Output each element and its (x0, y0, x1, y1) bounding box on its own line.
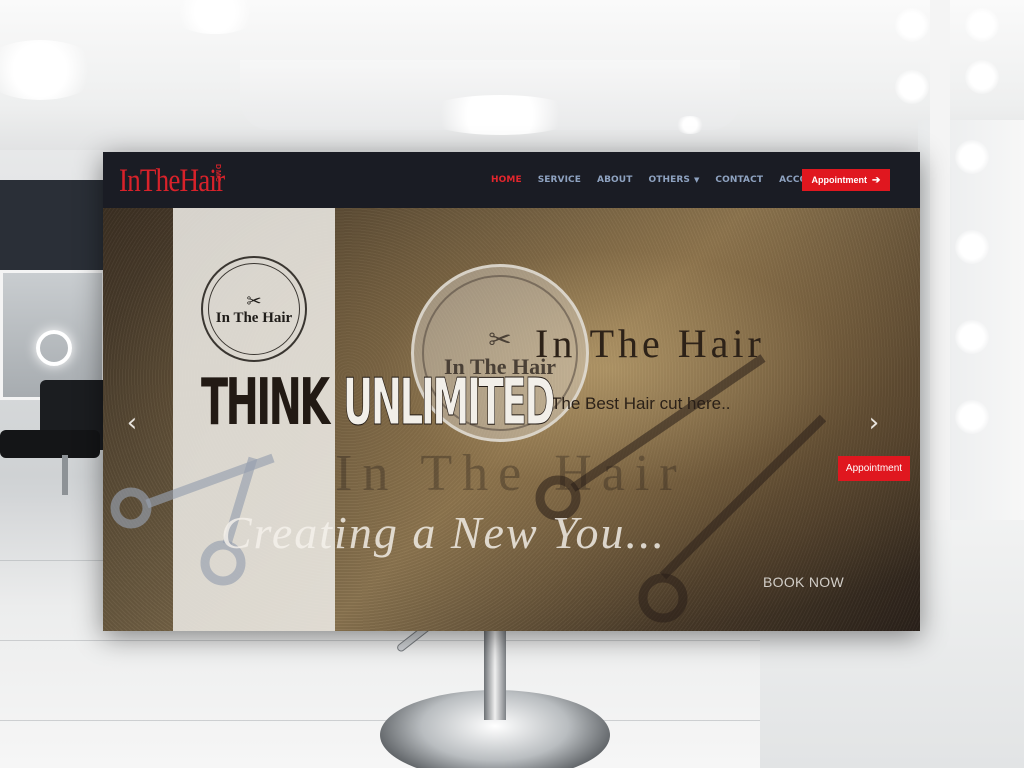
navbar: InTheHair DMC HOME SERVICE ABOUT OTHERS … (103, 152, 920, 208)
nav-service[interactable]: SERVICE (538, 175, 581, 185)
nav-contact[interactable]: CONTACT (715, 175, 763, 185)
nav-contact-label: CONTACT (715, 175, 764, 185)
chevron-left-icon[interactable]: ‹ (121, 408, 143, 438)
vanity-bulb (955, 400, 989, 434)
light-pillar (930, 0, 950, 520)
nav-home[interactable]: HOME (491, 175, 522, 185)
ring-light (36, 330, 72, 366)
vanity-bulb (955, 320, 989, 354)
hero-appointment-button[interactable]: Appointment (838, 456, 910, 481)
vanity-bulb (895, 70, 929, 104)
dark-wall (0, 180, 110, 270)
brand-name: InTheHair (119, 163, 225, 199)
main-nav: HOME SERVICE ABOUT OTHERS ▼ CONTACT ACCO… (491, 152, 854, 208)
scissors-illustration (110, 354, 827, 623)
hero-appointment-label: Appointment (845, 463, 903, 474)
chair-stand-pole (484, 630, 506, 720)
vanity-bulb (955, 230, 989, 264)
hero-slider: ✂ In The Hair ✂ In The Hair In The Hair … (103, 208, 920, 631)
vanity-bulb (965, 8, 999, 42)
vanity-bulb (965, 60, 999, 94)
arrow-right-icon: ➔ (872, 174, 881, 186)
nav-home-label: HOME (491, 175, 522, 185)
nav-others-label: OTHERS (648, 175, 690, 185)
chevron-down-icon: ▼ (693, 176, 700, 184)
nav-about[interactable]: ABOUT (597, 175, 632, 185)
ceiling-light (675, 116, 705, 134)
appointment-button[interactable]: Appointment ➔ (802, 169, 890, 191)
nav-service-label: SERVICE (537, 175, 582, 185)
brand-sub: DMC (214, 164, 221, 183)
salon-chair-pole (62, 455, 68, 495)
book-now-link[interactable]: BOOK NOW (763, 574, 844, 590)
vanity-bulb (955, 140, 989, 174)
hero-script-text: Creating a New You... (221, 507, 666, 558)
nav-others[interactable]: OTHERS ▼ (648, 175, 699, 185)
appointment-button-label: Appointment (811, 175, 868, 185)
website-preview: InTheHair DMC HOME SERVICE ABOUT OTHERS … (103, 152, 920, 631)
brand-logo[interactable]: InTheHair (119, 159, 247, 201)
vanity-bulb (895, 8, 929, 42)
ceiling-light (420, 95, 580, 135)
chevron-right-icon[interactable]: › (863, 408, 885, 438)
salon-chair-seat (0, 430, 100, 458)
nav-about-label: ABOUT (597, 175, 633, 185)
